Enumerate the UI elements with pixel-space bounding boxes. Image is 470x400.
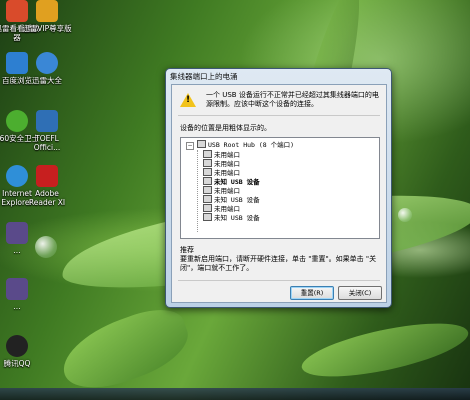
desktop-icon-xunlei-vip[interactable]: 迅雷VIP尊享版: [22, 0, 72, 33]
toefl-book-icon: [36, 110, 58, 132]
desktop-icon-app[interactable]: ...: [0, 278, 42, 311]
usb-device-tree[interactable]: − USB Root Hub (8 个端口) 未用端口 未用端口 未用端口 未知…: [180, 137, 380, 239]
warning-icon: [180, 93, 196, 107]
usb-port-icon: [203, 150, 212, 158]
usb-port-icon: [203, 168, 212, 176]
reset-button[interactable]: 重置(R): [290, 286, 334, 300]
globe-icon: [36, 52, 58, 74]
usb-power-surge-dialog: 集线器端口上的电涌 一个 USB 设备运行不正常并已经超过其集线器端口的电源限制…: [165, 68, 392, 308]
tree-node[interactable]: 未知 USB 设备: [203, 213, 260, 223]
dialog-title[interactable]: 集线器端口上的电涌: [170, 71, 387, 83]
desktop-icon-label: Adobe Reader XI: [28, 189, 66, 207]
desktop-icon-label: 腾讯QQ: [3, 359, 31, 368]
wallpaper-leaf: [53, 299, 197, 400]
usb-device-icon: [203, 213, 212, 221]
tree-caption: 设备的位置是用粗体显示的。: [180, 124, 271, 132]
divider: [178, 280, 380, 281]
pdf-icon: [36, 165, 58, 187]
tree-connector: [197, 150, 198, 232]
wallpaper-leaf: [297, 312, 470, 388]
desktop-icon-qq[interactable]: 腾讯QQ: [0, 335, 42, 368]
usb-hub-icon: [197, 140, 206, 148]
usb-device-icon: [203, 177, 212, 185]
dialog-body: 一个 USB 设备运行不正常并已经超过其集线器端口的电源限制。应该中断这个设备的…: [171, 84, 387, 303]
desktop-icon-xunlei-daquan[interactable]: 迅雷大全: [22, 52, 72, 85]
desktop-icon-app[interactable]: ...: [0, 222, 42, 255]
usb-device-icon: [203, 195, 212, 203]
desktop-icon-label: 迅雷大全: [32, 76, 62, 85]
desktop-icon-toefl[interactable]: TOEFL Offici...: [22, 110, 72, 152]
qq-penguin-icon: [6, 335, 28, 357]
water-drop: [398, 208, 412, 222]
warning-message: 一个 USB 设备运行不正常并已经超过其集线器端口的电源限制。应该中断这个设备的…: [206, 91, 379, 108]
collapse-icon[interactable]: −: [186, 142, 194, 150]
desktop-icon-label: TOEFL Offici...: [33, 134, 61, 152]
close-button[interactable]: 关闭(C): [338, 286, 382, 300]
desktop-icon-adobe-reader[interactable]: Adobe Reader XI: [22, 165, 72, 207]
divider: [178, 115, 380, 116]
recommendation-text: 要重新启用端口，请断开硬件连接，单击 "重置"。如果单击 "关闭"，端口就不工作…: [180, 255, 377, 272]
taskbar: [0, 388, 470, 400]
bird-icon: [36, 0, 58, 22]
desktop-icon-label: 迅雷VIP尊享版: [22, 24, 72, 33]
usb-port-icon: [203, 186, 212, 194]
usb-port-icon: [203, 159, 212, 167]
desktop-icon-label: ...: [13, 246, 21, 255]
app-icon: [6, 222, 28, 244]
tree-root[interactable]: USB Root Hub (8 个端口): [197, 140, 294, 150]
app-icon: [6, 278, 28, 300]
desktop-icon-label: ...: [13, 302, 21, 311]
usb-port-icon: [203, 204, 212, 212]
recommendation-title: 推荐: [180, 246, 194, 254]
